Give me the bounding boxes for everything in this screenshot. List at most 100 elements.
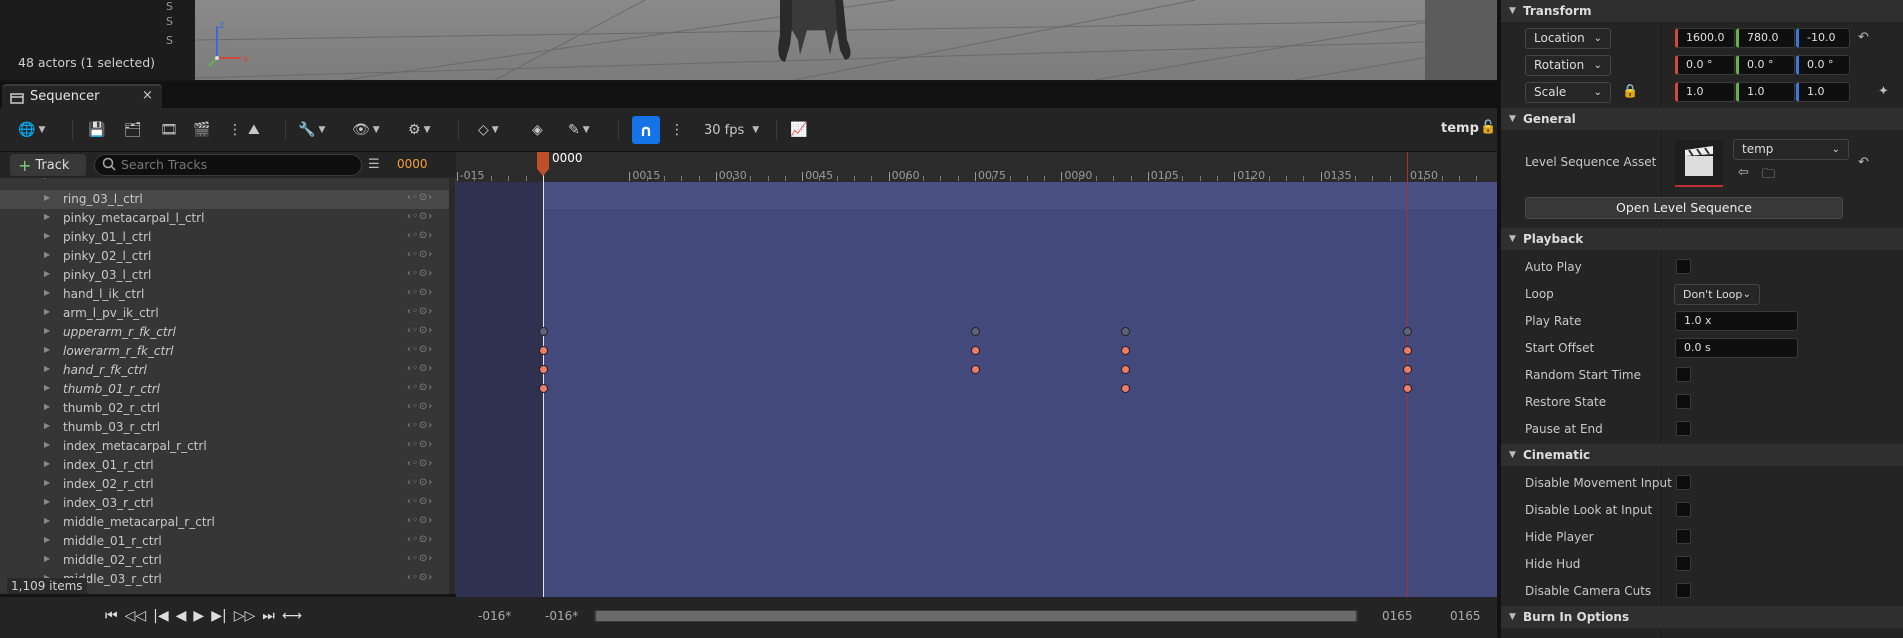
track-row[interactable]: ▶ thumb_02_r_ctrl ‹◦⊙› bbox=[0, 399, 450, 418]
keyframe[interactable] bbox=[539, 346, 548, 355]
track-row[interactable]: ▶ hand_l_ik_ctrl ‹◦⊙› bbox=[0, 285, 450, 304]
expand-arrow-icon[interactable]: ▶ bbox=[44, 497, 50, 506]
keyframe[interactable] bbox=[539, 365, 548, 374]
key-nav-icons[interactable]: ‹◦⊙› bbox=[407, 192, 433, 203]
expand-arrow-icon[interactable]: ▶ bbox=[44, 421, 50, 430]
track-row[interactable]: ▶ middle_metacarpal_r_ctrl ‹◦⊙› bbox=[0, 513, 450, 532]
play-rate-field[interactable]: 1.0 x bbox=[1675, 311, 1798, 331]
track-row[interactable]: ▶ upperarm_r_fk_ctrl ‹◦⊙› bbox=[0, 323, 450, 342]
save-button[interactable]: 💾 bbox=[88, 118, 105, 142]
jump-to-end-icon[interactable]: ⏭ bbox=[262, 608, 275, 624]
random-start-checkbox[interactable] bbox=[1676, 367, 1691, 382]
key-nav-icons[interactable]: ‹◦⊙› bbox=[407, 401, 433, 412]
key-nav-icons[interactable]: ‹◦⊙› bbox=[407, 553, 433, 564]
expand-arrow-icon[interactable]: ▶ bbox=[44, 554, 50, 563]
clapper-button[interactable]: 🎬 bbox=[193, 118, 210, 142]
key-nav-icons[interactable]: ‹◦⊙› bbox=[407, 211, 433, 222]
key-nav-icons[interactable]: ‹◦⊙› bbox=[407, 458, 433, 469]
key-nav-icons[interactable]: ‹◦⊙› bbox=[407, 382, 433, 393]
key-options-button[interactable]: ◇ ▼ bbox=[478, 118, 499, 142]
viewport-3d-scene[interactable]: z x bbox=[195, 0, 1497, 80]
rotation-dropdown[interactable]: Rotation ⌄ bbox=[1525, 55, 1611, 76]
pin-icon[interactable]: ✦ bbox=[1878, 84, 1889, 99]
keyframe[interactable] bbox=[971, 346, 980, 355]
pause-at-end-checkbox[interactable] bbox=[1676, 421, 1691, 436]
keyframe[interactable] bbox=[1120, 384, 1130, 393]
rotation-y-field[interactable]: 0.0 ° bbox=[1736, 55, 1795, 75]
section-transform[interactable]: ▼ Transform bbox=[1501, 0, 1903, 22]
keyframe[interactable] bbox=[539, 384, 548, 393]
key-nav-icons[interactable]: ‹◦⊙› bbox=[407, 268, 433, 279]
step-back-icon[interactable]: |◀ bbox=[153, 608, 168, 624]
auto-play-checkbox[interactable] bbox=[1676, 259, 1691, 274]
render-movie-button[interactable]: 🎞 bbox=[160, 118, 178, 142]
keyframe[interactable] bbox=[1120, 327, 1130, 336]
hide-player-checkbox[interactable] bbox=[1676, 529, 1691, 544]
playback-range-end[interactable]: 0165 bbox=[1450, 609, 1481, 623]
track-row[interactable]: ▶ thumb_01_r_ctrl ‹◦⊙› bbox=[0, 380, 450, 399]
scale-x-field[interactable]: 1.0 bbox=[1675, 82, 1735, 102]
track-row[interactable]: ▶ pinky_01_l_ctrl ‹◦⊙› bbox=[0, 228, 450, 247]
keyframe[interactable] bbox=[539, 327, 548, 336]
find-in-browser-button[interactable]: 🗂 bbox=[124, 118, 142, 142]
playback-end-marker[interactable] bbox=[1407, 152, 1408, 597]
curve-editor-button[interactable]: 📈 bbox=[790, 118, 807, 142]
close-icon[interactable]: × bbox=[142, 88, 153, 103]
disable-camera-cuts-checkbox[interactable] bbox=[1676, 583, 1691, 598]
asset-picker-dropdown[interactable]: temp ⌄ bbox=[1733, 139, 1849, 160]
hide-hud-checkbox[interactable] bbox=[1676, 556, 1691, 571]
more-options-button[interactable]: ⋮ bbox=[228, 118, 242, 142]
keyframe[interactable] bbox=[1403, 365, 1412, 374]
filter-icon[interactable]: ☰ bbox=[368, 157, 380, 172]
scale-y-field[interactable]: 1.0 bbox=[1736, 82, 1795, 102]
expand-arrow-icon[interactable]: ▶ bbox=[44, 440, 50, 449]
view-options-button[interactable]: 👁 ▼ bbox=[352, 118, 380, 142]
track-row[interactable]: ▶ index_metacarpal_r_ctrl ‹◦⊙› bbox=[0, 437, 450, 456]
expand-arrow-icon[interactable]: ▶ bbox=[44, 459, 50, 468]
playback-options-button[interactable]: ⚙ ▼ bbox=[408, 118, 430, 142]
scale-z-field[interactable]: 1.0 bbox=[1796, 82, 1850, 102]
location-z-field[interactable]: -10.0 bbox=[1796, 28, 1850, 48]
play-icon[interactable]: ▶ bbox=[193, 608, 204, 624]
section-burn-in[interactable]: ▼ Burn In Options bbox=[1501, 606, 1903, 628]
location-dropdown[interactable]: Location ⌄ bbox=[1525, 28, 1611, 49]
snap-options-button[interactable]: ⋮ bbox=[670, 118, 684, 142]
track-row[interactable]: ▶ thumb_03_r_ctrl ‹◦⊙› bbox=[0, 418, 450, 437]
key-nav-icons[interactable]: ‹◦⊙› bbox=[407, 439, 433, 450]
track-row[interactable]: ▶ index_01_r_ctrl ‹◦⊙› bbox=[0, 456, 450, 475]
view-range-thumb[interactable] bbox=[596, 611, 1356, 621]
expand-arrow-icon[interactable]: ▶ bbox=[44, 231, 50, 240]
track-row[interactable]: ▶ lowerarm_r_fk_ctrl ‹◦⊙› bbox=[0, 342, 450, 361]
tab-sequencer[interactable]: Sequencer × bbox=[2, 84, 162, 108]
expand-arrow-icon[interactable]: ▶ bbox=[44, 535, 50, 544]
disable-movement-checkbox[interactable] bbox=[1676, 475, 1691, 490]
timeline-tracks-area[interactable] bbox=[456, 182, 1497, 597]
track-row[interactable]: ▶ pinky_02_l_ctrl ‹◦⊙› bbox=[0, 247, 450, 266]
key-nav-icons[interactable]: ‹◦⊙› bbox=[407, 344, 433, 355]
keyframe[interactable] bbox=[1403, 327, 1412, 336]
actor-hierarchy-button[interactable]: ⛰ bbox=[248, 118, 260, 142]
start-offset-field[interactable]: 0.0 s bbox=[1675, 338, 1798, 358]
reset-arrow-icon[interactable]: ↶ bbox=[1858, 30, 1869, 45]
key-nav-icons[interactable]: ‹◦⊙› bbox=[407, 325, 433, 336]
tools-menu-button[interactable]: 🔧 ▼ bbox=[298, 118, 325, 142]
expand-arrow-icon[interactable]: ▶ bbox=[44, 269, 50, 278]
asset-thumbnail[interactable] bbox=[1675, 140, 1723, 187]
section-general[interactable]: ▼ General bbox=[1501, 108, 1903, 130]
keyframe[interactable] bbox=[971, 327, 980, 336]
track-row[interactable]: ▶ arm_l_pv_ik_ctrl ‹◦⊙› bbox=[0, 304, 450, 323]
key-nav-icons[interactable]: ‹◦⊙› bbox=[407, 496, 433, 507]
key-nav-icons[interactable]: ‹◦⊙› bbox=[407, 230, 433, 241]
expand-arrow-icon[interactable]: ▶ bbox=[44, 345, 50, 354]
expand-arrow-icon[interactable]: ▶ bbox=[44, 402, 50, 411]
keyframe[interactable] bbox=[1403, 346, 1412, 355]
track-row[interactable]: ▶ index_03_r_ctrl ‹◦⊙› bbox=[0, 494, 450, 513]
view-range-start[interactable]: -016* bbox=[545, 609, 578, 623]
key-nav-icons[interactable]: ‹◦⊙› bbox=[407, 420, 433, 431]
expand-arrow-icon[interactable]: ▶ bbox=[44, 193, 50, 202]
prev-key-icon[interactable]: ◁◁ bbox=[125, 608, 147, 624]
edit-mode-button[interactable]: ✎ ▼ bbox=[568, 118, 590, 142]
track-row[interactable]: ▶ middle_01_r_ctrl ‹◦⊙› bbox=[0, 532, 450, 551]
restore-state-checkbox[interactable] bbox=[1676, 394, 1691, 409]
expand-arrow-icon[interactable]: ▶ bbox=[44, 212, 50, 221]
